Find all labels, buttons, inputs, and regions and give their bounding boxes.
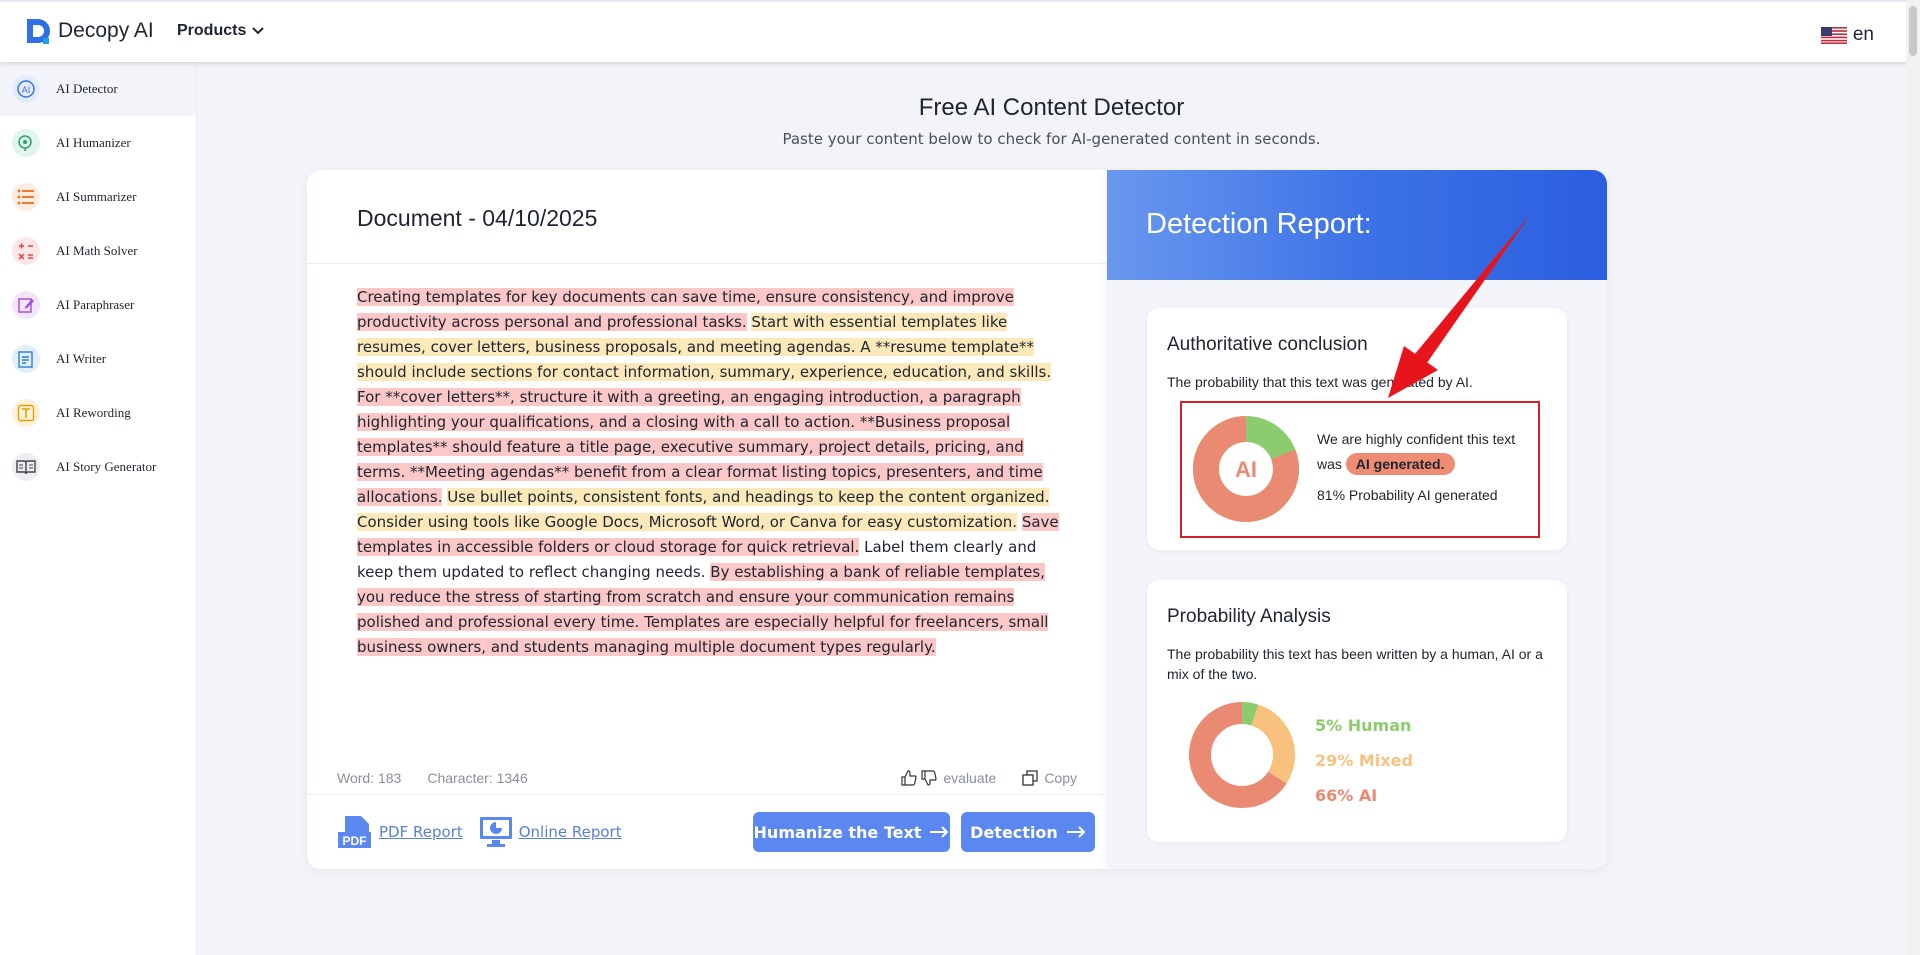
legend-human: 5% Human [1315, 716, 1412, 735]
decopy-logo-icon [27, 19, 50, 44]
text-segment-yellow: Use bullet points, consistent fonts, and… [357, 488, 1050, 531]
copy-label: Copy [1044, 770, 1077, 786]
red-annotation-arrow-icon [1388, 215, 1530, 398]
humanize-label: Humanize the Text [753, 822, 922, 842]
sidebar-item-ai-rewording[interactable]: AI Rewording [0, 386, 196, 440]
online-report-link[interactable]: Online Report [479, 816, 622, 848]
scrollbar-thumb[interactable] [1909, 6, 1917, 56]
math-icon [12, 237, 40, 265]
products-menu[interactable]: Products [177, 22, 265, 40]
probability-text: 81% Probability AI generated [1317, 487, 1498, 503]
page-subtitle: Paste your content below to check for AI… [0, 130, 1913, 148]
analysis-description: The probability this text has been writt… [1167, 646, 1543, 682]
ai-generated-badge: AI generated. [1345, 453, 1455, 475]
text-icon [12, 399, 40, 427]
donut-center-label: AI [1235, 457, 1257, 482]
divider [307, 794, 1107, 795]
character-count: Character: 1346 [427, 770, 528, 786]
ai-probability-donut: AI [1193, 416, 1299, 522]
evaluate-label: evaluate [943, 770, 997, 786]
sidebar-item-label: AI Summarizer [56, 189, 137, 204]
sidebar-item-ai-writer[interactable]: AI Writer [0, 332, 196, 386]
arrow-right-icon [930, 826, 949, 838]
divider [307, 263, 1107, 264]
word-count: Word: 183 [337, 770, 402, 786]
pdf-icon: PDF [338, 816, 371, 848]
sidebar-item-label: AI Paraphraser [56, 297, 135, 312]
writer-icon [12, 345, 40, 373]
arrow-right-icon [1066, 826, 1086, 838]
sidebar-item-ai-story-generator[interactable]: AI Story Generator [0, 440, 196, 494]
detection-label: Detection [970, 822, 1058, 842]
svg-text:PDF: PDF [343, 834, 367, 848]
probability-analysis-card: Probability Analysis The probability thi… [1147, 580, 1567, 842]
document-actions: evaluate Copy [901, 770, 1077, 786]
language-selector[interactable]: en [1820, 24, 1874, 46]
document-text[interactable]: Creating templates for key documents can… [357, 285, 1067, 660]
confidence-statement: We are highly confident this text was AI… [1317, 427, 1532, 477]
pdf-report-link[interactable]: PDF PDF Report [337, 815, 463, 849]
legend-mixed: 29% Mixed [1315, 751, 1413, 770]
page-scrollbar[interactable] [1906, 0, 1920, 955]
book-icon [12, 453, 40, 481]
us-flag-icon [1820, 26, 1847, 44]
pencil-icon [12, 291, 40, 319]
page-title-text: Free AI Content Detector [918, 94, 1185, 121]
copy-icon [1022, 770, 1038, 786]
sidebar-item-ai-math-solver[interactable]: AI Math Solver [0, 224, 196, 278]
sidebar-item-ai-paraphraser[interactable]: AI Paraphraser [0, 278, 196, 332]
probability-legend: 5% Human 29% Mixed 66% AI [1315, 708, 1413, 813]
document-card: Document - 04/10/2025 Creating templates… [307, 170, 1107, 869]
sidebar-item-label: AI Story Generator [56, 459, 157, 474]
brand-name: Decopy AI [58, 19, 154, 42]
analysis-heading: Probability Analysis [1167, 606, 1331, 627]
thumbs-down-icon[interactable] [921, 770, 937, 786]
top-navbar: Decopy AI Products en [0, 0, 1920, 62]
conclusion-heading: Authoritative conclusion [1167, 334, 1368, 355]
page-subtitle-text: Paste your content below to check for AI… [782, 130, 1321, 148]
conclusion-highlight-box: AI We are highly confident this text was… [1180, 401, 1540, 538]
sidebar-item-label: AI Math Solver [56, 243, 138, 258]
sidebar: AI AI Detector AI Humanizer AI Summarize… [0, 62, 197, 955]
report-title: Detection Report: [1146, 208, 1372, 240]
detection-button[interactable]: Detection [961, 812, 1095, 852]
page-title: Free AI Content Detector [0, 94, 1913, 122]
online-report-label: Online Report [518, 823, 622, 841]
sidebar-item-label: AI Writer [56, 351, 107, 366]
document-title: Document - 04/10/2025 [357, 205, 598, 231]
monitor-report-icon [479, 817, 512, 847]
language-code: en [1852, 24, 1874, 45]
brand-logo[interactable]: Decopy AI [24, 16, 154, 46]
document-stats: Word: 183 Character: 1346 [337, 770, 528, 786]
probability-breakdown-donut [1189, 702, 1295, 808]
sidebar-item-label: AI Rewording [56, 405, 131, 420]
list-icon [12, 183, 40, 211]
report-links: PDF PDF Report Online Report [337, 815, 622, 849]
legend-ai: 66% AI [1315, 786, 1378, 805]
humanize-text-button[interactable]: Humanize the Text [753, 812, 950, 852]
evaluate-action: evaluate [901, 770, 996, 786]
pdf-report-label: PDF Report [379, 823, 463, 841]
thumbs-up-icon[interactable] [901, 770, 917, 786]
chevron-down-icon [252, 27, 265, 35]
sidebar-item-ai-summarizer[interactable]: AI Summarizer [0, 170, 196, 224]
copy-button[interactable]: Copy [1022, 770, 1077, 786]
products-label: Products [177, 22, 247, 39]
